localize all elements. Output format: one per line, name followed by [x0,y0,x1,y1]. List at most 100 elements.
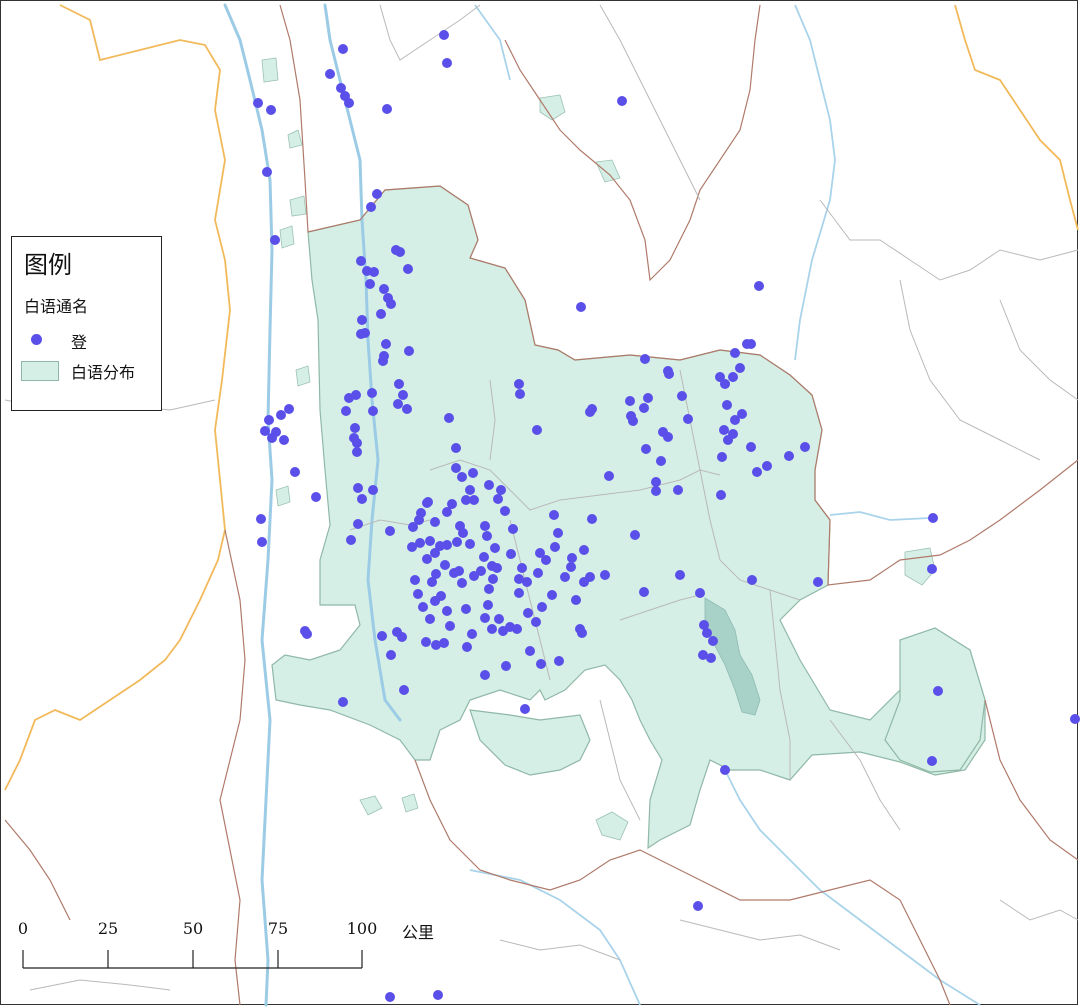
deng-place-point [708,636,718,646]
deng-place-point [457,472,467,482]
deng-place-point [585,407,595,417]
deng-place-point [683,414,693,424]
deng-place-point [484,480,494,490]
legend-area-swatch [21,361,59,381]
deng-place-point [338,44,348,54]
deng-place-point [276,410,286,420]
province-border-northeast [954,4,1079,231]
bai-southwest-lobe [469,709,591,776]
deng-place-point [462,642,472,652]
prefecture-border-north [504,4,761,282]
deng-place-point [576,302,586,312]
deng-place-point [547,590,557,600]
deng-place-point [579,577,589,587]
deng-place-point [442,606,452,616]
deng-place-point [754,281,764,291]
deng-place-point [433,990,443,1000]
deng-place-point [1070,714,1080,724]
deng-place-point [465,485,475,495]
deng-place-point [266,105,276,115]
deng-place-point [425,536,435,546]
deng-place-point [415,538,425,548]
deng-place-point [571,595,581,605]
deng-place-point [467,629,477,639]
deng-place-point [325,69,335,79]
deng-place-point [520,704,530,714]
deng-place-point [350,423,360,433]
deng-place-point [356,256,366,266]
deng-place-point [752,467,762,477]
deng-place-point [677,391,687,401]
deng-place-point [264,415,274,425]
deng-place-point [267,433,277,443]
deng-place-point [514,379,524,389]
deng-place-point [360,328,370,338]
south-river [724,769,981,1006]
deng-place-point [386,650,396,660]
deng-place-point [720,379,730,389]
deng-place-point [408,522,418,532]
deng-place-point [442,540,452,550]
deng-place-point [385,526,395,536]
deng-place-point [553,528,563,538]
deng-place-point [746,339,756,349]
deng-place-point [480,670,490,680]
deng-place-point [525,646,535,656]
deng-place-point [391,245,401,255]
deng-place-point [717,452,727,462]
deng-place-point [365,279,375,289]
deng-place-point [675,570,685,580]
deng-place-point [381,339,391,349]
deng-place-point [378,356,388,366]
deng-place-point [368,406,378,416]
deng-place-point [362,266,372,276]
deng-place-point [421,637,431,647]
deng-place-point [366,202,376,212]
deng-place-point [512,624,522,634]
map-canvas[interactable] [0,0,1080,1007]
scale-unit: 公里 [402,923,435,942]
deng-place-point [439,30,449,40]
deng-place-point [656,456,666,466]
deng-place-point [451,463,461,473]
deng-place-point [630,530,640,540]
deng-place-point [394,379,404,389]
deng-place-point [399,685,409,695]
deng-place-point [673,485,683,495]
scale-bar: 0 25 50 75 100 公里 [0,915,460,975]
deng-place-point [554,656,564,666]
deng-place-point [398,390,408,400]
deng-place-point [454,566,464,576]
deng-place-point [397,632,407,642]
deng-place-point [639,403,649,413]
deng-place-point [385,992,395,1002]
deng-place-point [465,539,475,549]
deng-place-point [452,537,462,547]
deng-place-point [338,697,348,707]
deng-place-point [482,531,492,541]
deng-place-point [549,510,559,520]
deng-place-point [458,528,468,538]
deng-place-point [376,309,386,319]
deng-place-point [480,613,490,623]
deng-place-point [353,483,363,493]
deng-place-point [506,549,516,559]
deng-place-point [382,104,392,114]
legend-point-label: 登 [71,333,88,352]
deng-place-point [531,617,541,627]
jinsha-river [794,4,836,361]
deng-place-point [800,442,810,452]
deng-place-point [640,354,650,364]
scale-tick-100: 100 [346,919,378,938]
deng-place-point [422,554,432,564]
deng-place-point [444,413,454,423]
deng-place-point [425,614,435,624]
deng-place-point [253,98,263,108]
deng-place-point [351,390,361,400]
deng-place-point [550,542,560,552]
deng-place-point [352,438,362,448]
deng-place-point [762,461,772,471]
deng-place-point [461,604,471,614]
deng-place-point [352,447,362,457]
deng-place-point [357,494,367,504]
